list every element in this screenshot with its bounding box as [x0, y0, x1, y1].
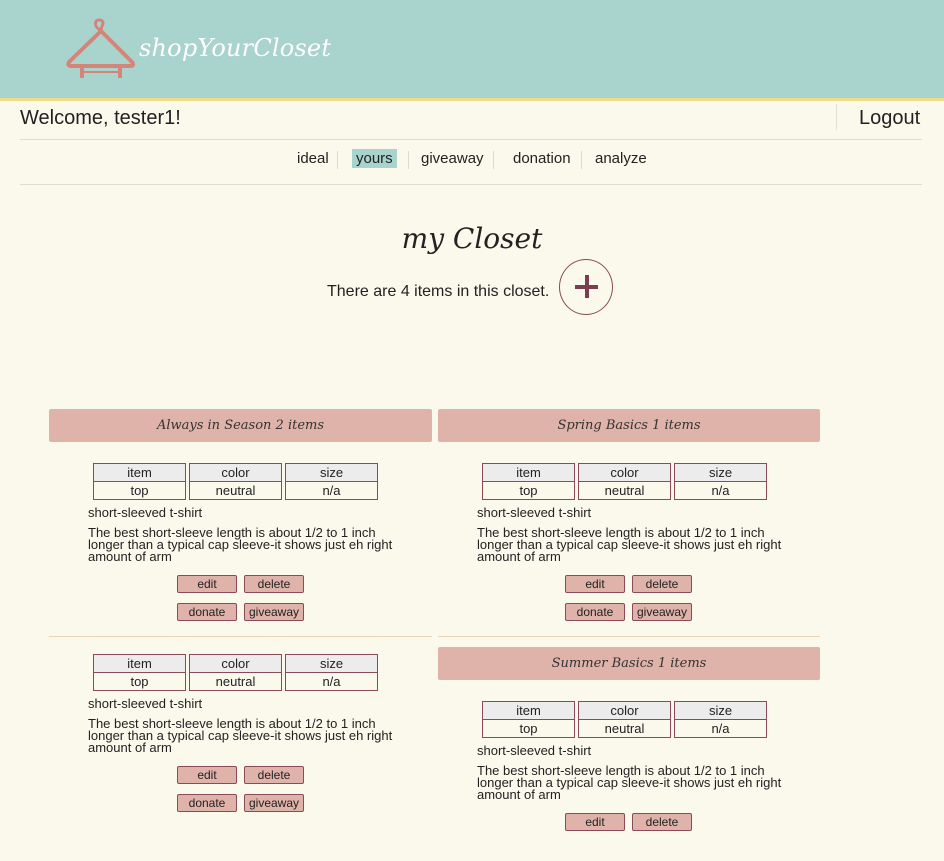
column-header-item: item: [482, 701, 575, 720]
divider: [20, 184, 922, 185]
giveaway-button[interactable]: giveaway: [632, 603, 692, 621]
donate-button[interactable]: donate: [177, 794, 237, 812]
item-color-cell: neutral: [578, 720, 671, 738]
edit-button[interactable]: edit: [565, 575, 625, 593]
nav-item-donation[interactable]: donation: [509, 149, 575, 168]
closet-header-summer-basics[interactable]: Summer Basics 1 items: [438, 647, 820, 680]
closet-header-spring-basics[interactable]: Spring Basics 1 items: [438, 409, 820, 442]
column-header-size: size: [674, 701, 767, 720]
item-name: short-sleeved t-shirt: [88, 696, 203, 711]
giveaway-button[interactable]: giveaway: [244, 794, 304, 812]
item-attributes-table: item color size top neutral n/a: [479, 463, 770, 500]
delete-button[interactable]: delete: [244, 575, 304, 593]
item-size-cell: n/a: [674, 720, 767, 738]
nav-item-ideal[interactable]: ideal: [293, 149, 333, 168]
item-attributes-table: item color size top neutral n/a: [479, 701, 770, 738]
nav-item-yours[interactable]: yours: [352, 149, 397, 168]
delete-button[interactable]: delete: [632, 575, 692, 593]
item-color-cell: neutral: [189, 482, 282, 500]
nav-divider: [337, 151, 338, 169]
closet-item: item color size top neutral n/a short-sl…: [477, 463, 817, 623]
closet-item: item color size top neutral n/a short-sl…: [477, 701, 817, 861]
item-color-cell: neutral: [189, 673, 282, 691]
item-type-cell: top: [482, 720, 575, 738]
closet-item: item color size top neutral n/a short-sl…: [88, 463, 428, 623]
column-header-color: color: [189, 654, 282, 673]
column-header-size: size: [285, 654, 378, 673]
nav-divider: [408, 151, 409, 169]
item-name: short-sleeved t-shirt: [88, 505, 203, 520]
closet-header-always-in-season[interactable]: Always in Season 2 items: [49, 409, 432, 442]
divider: [20, 139, 922, 140]
item-divider: [438, 636, 820, 637]
delete-button[interactable]: delete: [632, 813, 692, 831]
item-type-cell: top: [93, 482, 186, 500]
item-size-cell: n/a: [285, 482, 378, 500]
site-header: shopYourCloset: [0, 0, 944, 101]
page-title: my Closet: [401, 222, 543, 255]
nav-item-analyze[interactable]: analyze: [591, 149, 651, 168]
item-name: short-sleeved t-shirt: [477, 505, 592, 520]
item-type-cell: top: [93, 673, 186, 691]
edit-button[interactable]: edit: [565, 813, 625, 831]
item-divider: [49, 636, 432, 637]
logout-link[interactable]: Logout: [859, 107, 920, 130]
edit-button[interactable]: edit: [177, 766, 237, 784]
main-nav: ideal yours giveaway donation analyze: [0, 149, 944, 173]
column-header-color: color: [189, 463, 282, 482]
item-description: The best short-sleeve length is about 1/…: [88, 716, 393, 755]
donate-button[interactable]: donate: [565, 603, 625, 621]
item-description: The best short-sleeve length is about 1/…: [477, 763, 782, 802]
item-count-text: There are 4 items in this closet.: [327, 283, 550, 300]
column-header-color: color: [578, 463, 671, 482]
item-name: short-sleeved t-shirt: [477, 743, 592, 758]
nav-divider: [493, 151, 494, 169]
column-header-item: item: [93, 463, 186, 482]
brand-logo-text[interactable]: shopYourCloset: [139, 34, 331, 62]
column-header-item: item: [93, 654, 186, 673]
item-attributes-table: item color size top neutral n/a: [90, 654, 381, 691]
column-header-size: size: [674, 463, 767, 482]
hanger-icon[interactable]: [66, 18, 136, 82]
column-header-item: item: [482, 463, 575, 482]
item-attributes-table: item color size top neutral n/a: [90, 463, 381, 500]
logout-divider: [836, 104, 837, 130]
item-description: The best short-sleeve length is about 1/…: [477, 525, 782, 564]
welcome-message: Welcome, tester1!: [20, 107, 181, 129]
nav-divider: [581, 151, 582, 169]
nav-item-giveaway[interactable]: giveaway: [417, 149, 488, 168]
item-size-cell: n/a: [285, 673, 378, 691]
closet-item: item color size top neutral n/a short-sl…: [88, 654, 428, 814]
edit-button[interactable]: edit: [177, 575, 237, 593]
item-description: The best short-sleeve length is about 1/…: [88, 525, 393, 564]
column-header-color: color: [578, 701, 671, 720]
column-header-size: size: [285, 463, 378, 482]
item-color-cell: neutral: [578, 482, 671, 500]
delete-button[interactable]: delete: [244, 766, 304, 784]
donate-button[interactable]: donate: [177, 603, 237, 621]
giveaway-button[interactable]: giveaway: [244, 603, 304, 621]
item-type-cell: top: [482, 482, 575, 500]
add-item-button[interactable]: [559, 259, 613, 315]
item-size-cell: n/a: [674, 482, 767, 500]
